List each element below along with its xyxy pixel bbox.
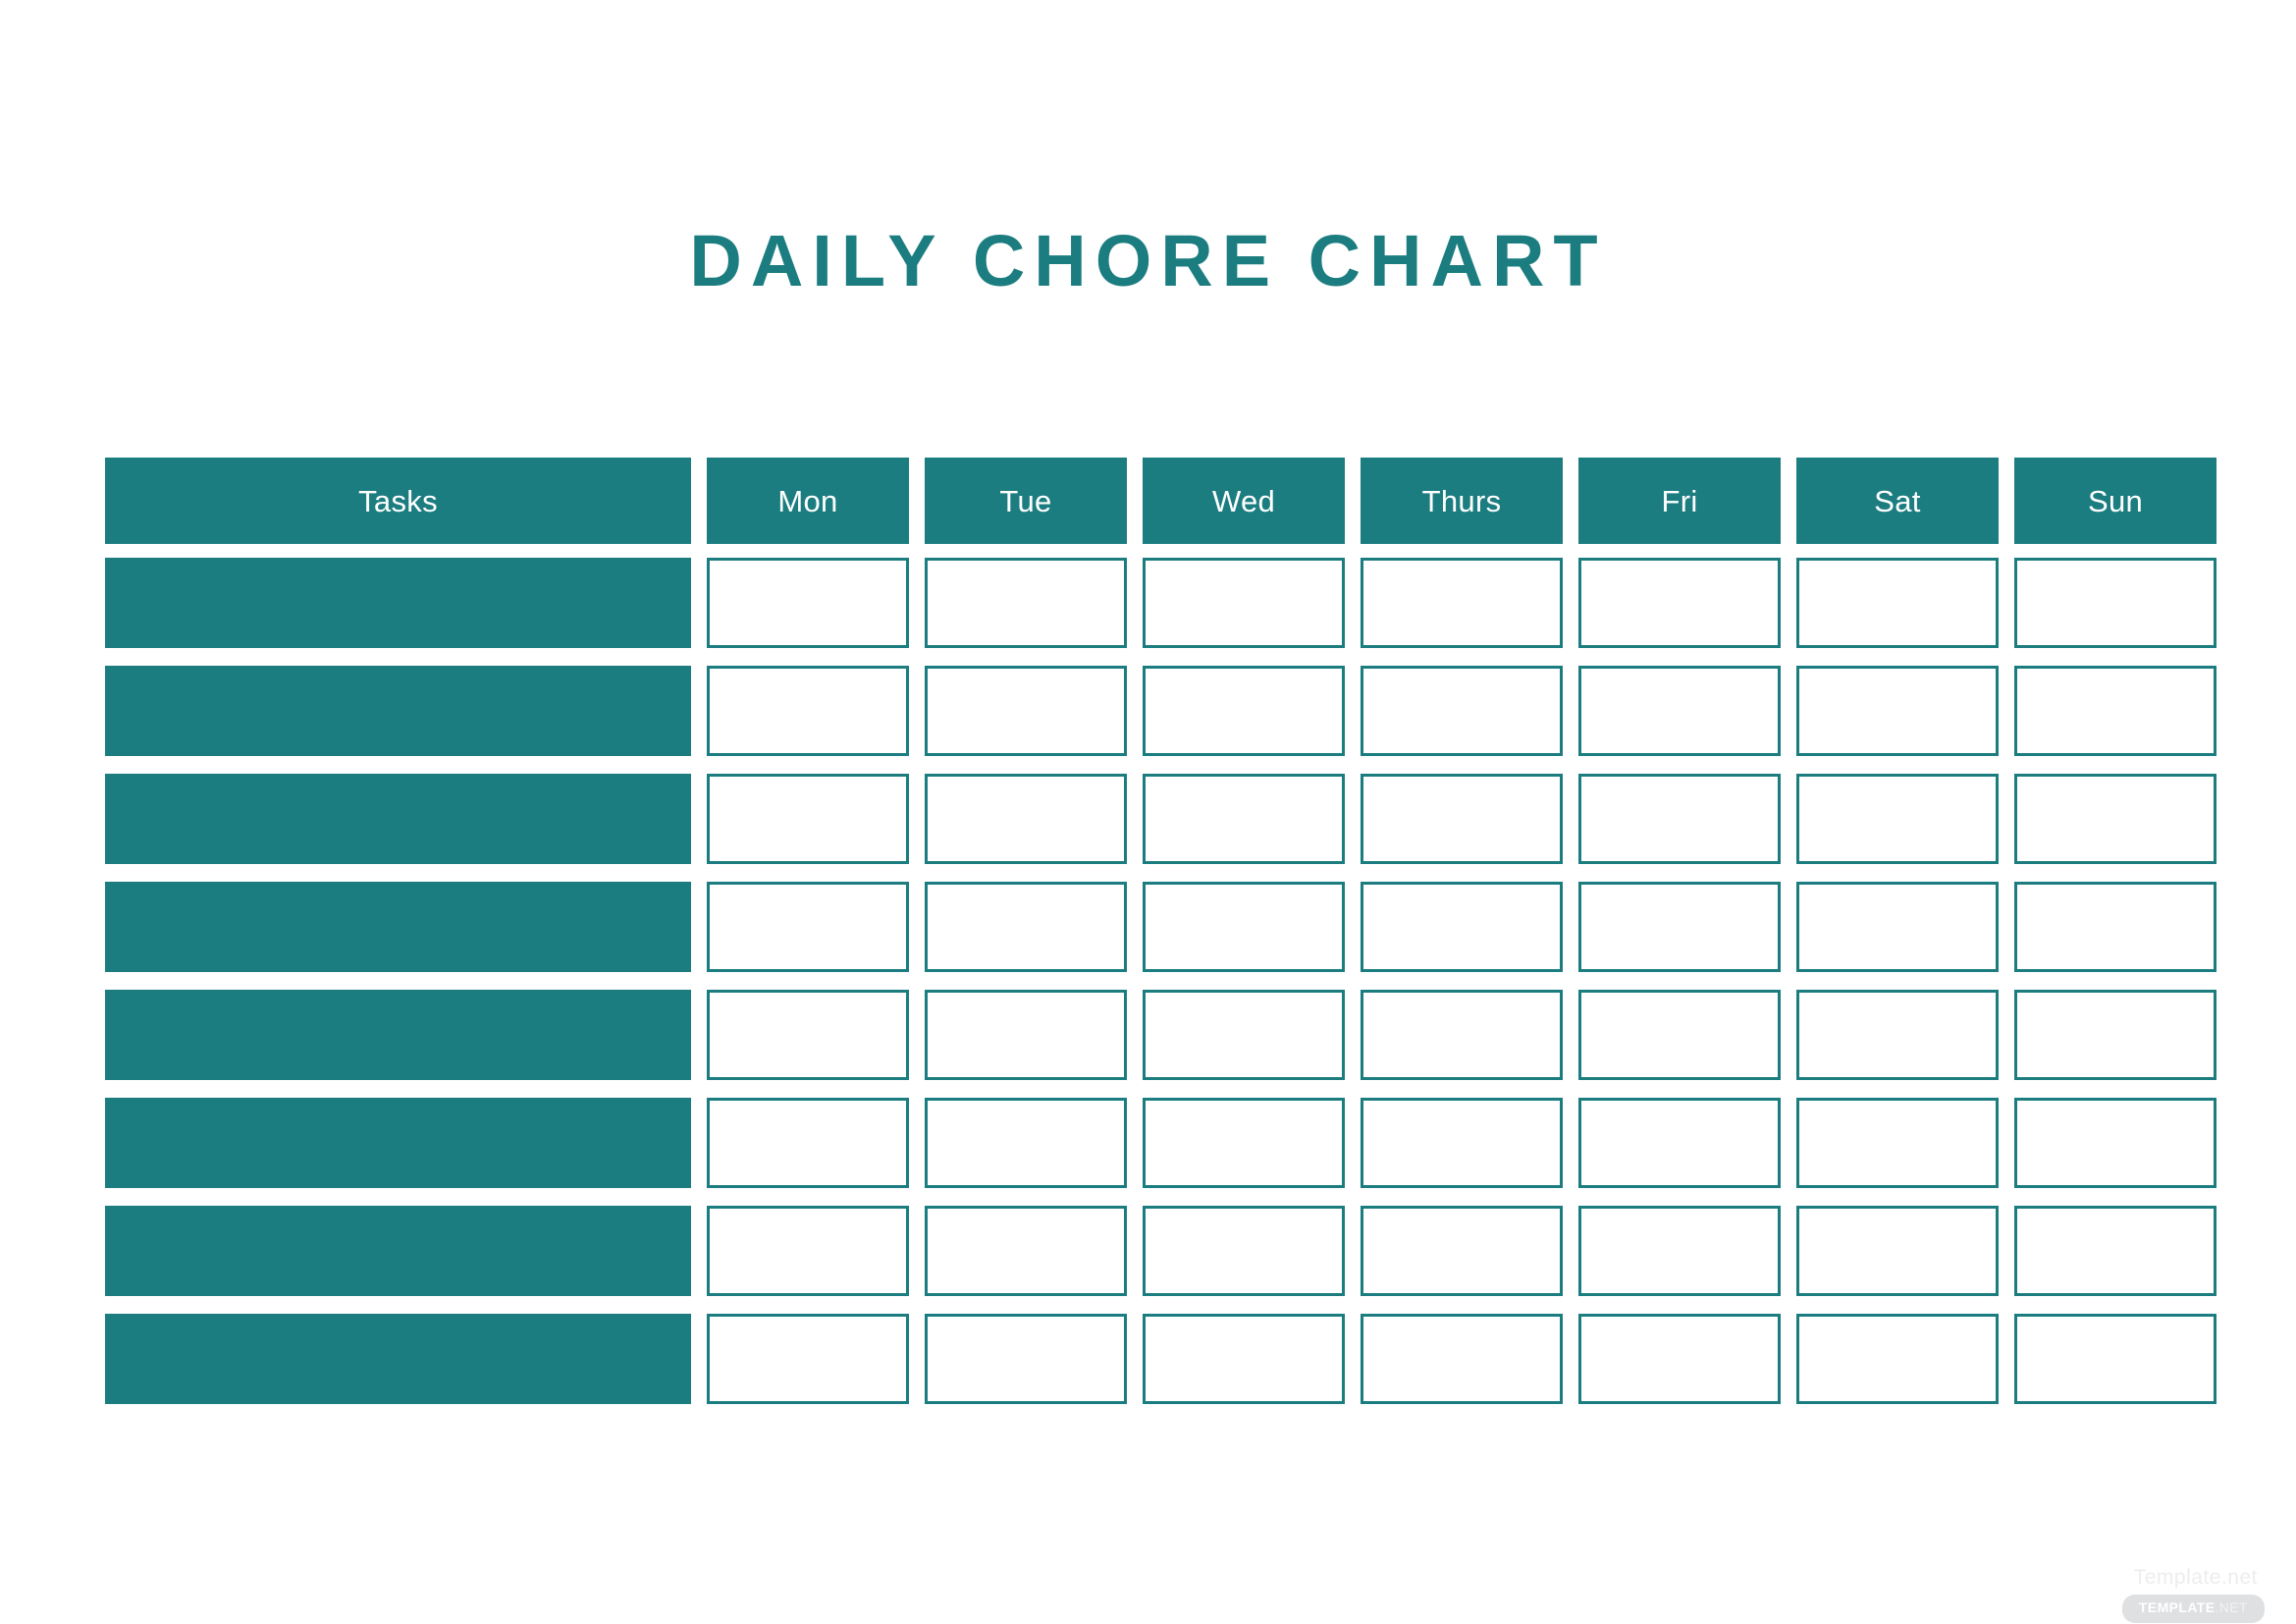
checkbox-cell-wed[interactable] bbox=[1143, 666, 1345, 756]
header-cell-wed: Wed bbox=[1143, 458, 1345, 544]
checkbox-cell-fri[interactable] bbox=[1578, 990, 1781, 1080]
checkbox-cell-tue[interactable] bbox=[925, 558, 1127, 648]
checkbox-cell-sat[interactable] bbox=[1796, 990, 1999, 1080]
checkbox-cell-fri[interactable] bbox=[1578, 1098, 1781, 1188]
page-title: DAILY CHORE CHART bbox=[689, 220, 1607, 301]
header-label-sat: Sat bbox=[1874, 483, 1921, 518]
header-cell-sat: Sat bbox=[1796, 458, 1999, 544]
checkbox-cell-sun[interactable] bbox=[2014, 774, 2216, 864]
checkbox-cell-sat[interactable] bbox=[1796, 666, 1999, 756]
checkbox-cell-sun[interactable] bbox=[2014, 1098, 2216, 1188]
watermark-text: Template.net bbox=[2133, 1566, 2258, 1589]
checkbox-cell-tue[interactable] bbox=[925, 774, 1127, 864]
checkbox-cell-tue[interactable] bbox=[925, 1206, 1127, 1296]
checkbox-cell-wed[interactable] bbox=[1143, 1206, 1345, 1296]
task-cell[interactable] bbox=[105, 882, 691, 972]
checkbox-cell-tue[interactable] bbox=[925, 1314, 1127, 1404]
table-row bbox=[105, 1206, 2216, 1296]
header-label-mon: Mon bbox=[777, 483, 838, 518]
checkbox-cell-fri[interactable] bbox=[1578, 774, 1781, 864]
task-cell[interactable] bbox=[105, 558, 691, 648]
checkbox-cell-mon[interactable] bbox=[707, 666, 909, 756]
checkbox-cell-wed[interactable] bbox=[1143, 990, 1345, 1080]
chore-chart-page: DAILY CHORE CHART Tasks Mon Tue Wed Thur… bbox=[0, 0, 2296, 1624]
header-label-fri: Fri bbox=[1661, 483, 1698, 518]
header-cell-sun: Sun bbox=[2014, 458, 2216, 544]
checkbox-cell-wed[interactable] bbox=[1143, 1098, 1345, 1188]
checkbox-cell-sat[interactable] bbox=[1796, 882, 1999, 972]
header-cell-tue: Tue bbox=[925, 458, 1127, 544]
header-label-tasks: Tasks bbox=[358, 483, 438, 518]
checkbox-cell-sat[interactable] bbox=[1796, 1098, 1999, 1188]
task-cell[interactable] bbox=[105, 990, 691, 1080]
checkbox-cell-sun[interactable] bbox=[2014, 1206, 2216, 1296]
checkbox-cell-mon[interactable] bbox=[707, 882, 909, 972]
checkbox-cell-thurs[interactable] bbox=[1361, 1098, 1563, 1188]
checkbox-cell-sun[interactable] bbox=[2014, 558, 2216, 648]
checkbox-cell-wed[interactable] bbox=[1143, 774, 1345, 864]
watermark-badge: TEMPLATE.NET bbox=[2121, 1595, 2265, 1623]
checkbox-cell-thurs[interactable] bbox=[1361, 1206, 1563, 1296]
checkbox-cell-mon[interactable] bbox=[707, 1314, 909, 1404]
header-cell-tasks: Tasks bbox=[105, 458, 691, 544]
task-cell[interactable] bbox=[105, 774, 691, 864]
header-cell-mon: Mon bbox=[707, 458, 909, 544]
checkbox-cell-sat[interactable] bbox=[1796, 558, 1999, 648]
header-label-wed: Wed bbox=[1211, 483, 1276, 518]
table-row bbox=[105, 774, 2216, 864]
checkbox-cell-thurs[interactable] bbox=[1361, 990, 1563, 1080]
header-label-thurs: Thurs bbox=[1421, 483, 1502, 518]
table-row bbox=[105, 990, 2216, 1080]
checkbox-cell-sun[interactable] bbox=[2014, 990, 2216, 1080]
checkbox-cell-sun[interactable] bbox=[2014, 1314, 2216, 1404]
watermark-badge-light: .NET bbox=[2215, 1599, 2248, 1615]
checkbox-cell-mon[interactable] bbox=[707, 990, 909, 1080]
checkbox-cell-thurs[interactable] bbox=[1361, 774, 1563, 864]
checkbox-cell-thurs[interactable] bbox=[1361, 558, 1563, 648]
task-cell[interactable] bbox=[105, 1206, 691, 1296]
checkbox-cell-mon[interactable] bbox=[707, 1206, 909, 1296]
checkbox-cell-wed[interactable] bbox=[1143, 1314, 1345, 1404]
checkbox-cell-wed[interactable] bbox=[1143, 882, 1345, 972]
table-row bbox=[105, 666, 2216, 756]
checkbox-cell-tue[interactable] bbox=[925, 882, 1127, 972]
checkbox-cell-tue[interactable] bbox=[925, 990, 1127, 1080]
table-row bbox=[105, 1314, 2216, 1404]
header-label-sun: Sun bbox=[2087, 483, 2144, 518]
checkbox-cell-sat[interactable] bbox=[1796, 774, 1999, 864]
task-cell[interactable] bbox=[105, 666, 691, 756]
table-row bbox=[105, 558, 2216, 648]
header-cell-thurs: Thurs bbox=[1361, 458, 1563, 544]
chore-chart-table: Tasks Mon Tue Wed Thurs Fri Sat Sun bbox=[105, 458, 2216, 1404]
table-row bbox=[105, 1098, 2216, 1188]
checkbox-cell-fri[interactable] bbox=[1578, 882, 1781, 972]
checkbox-cell-sat[interactable] bbox=[1796, 1206, 1999, 1296]
checkbox-cell-fri[interactable] bbox=[1578, 1206, 1781, 1296]
checkbox-cell-mon[interactable] bbox=[707, 1098, 909, 1188]
checkbox-cell-thurs[interactable] bbox=[1361, 882, 1563, 972]
task-cell[interactable] bbox=[105, 1314, 691, 1404]
checkbox-cell-wed[interactable] bbox=[1143, 558, 1345, 648]
checkbox-cell-mon[interactable] bbox=[707, 774, 909, 864]
checkbox-cell-thurs[interactable] bbox=[1361, 1314, 1563, 1404]
header-cell-fri: Fri bbox=[1578, 458, 1781, 544]
checkbox-cell-thurs[interactable] bbox=[1361, 666, 1563, 756]
table-row bbox=[105, 882, 2216, 972]
header-label-tue: Tue bbox=[999, 483, 1052, 518]
table-body bbox=[105, 558, 2216, 1404]
checkbox-cell-fri[interactable] bbox=[1578, 666, 1781, 756]
checkbox-cell-tue[interactable] bbox=[925, 666, 1127, 756]
watermark-badge-strong: TEMPLATE bbox=[2138, 1599, 2216, 1615]
checkbox-cell-fri[interactable] bbox=[1578, 1314, 1781, 1404]
checkbox-cell-sat[interactable] bbox=[1796, 1314, 1999, 1404]
checkbox-cell-fri[interactable] bbox=[1578, 558, 1781, 648]
task-cell[interactable] bbox=[105, 1098, 691, 1188]
checkbox-cell-sun[interactable] bbox=[2014, 882, 2216, 972]
checkbox-cell-sun[interactable] bbox=[2014, 666, 2216, 756]
table-header-row: Tasks Mon Tue Wed Thurs Fri Sat Sun bbox=[105, 458, 2216, 544]
checkbox-cell-tue[interactable] bbox=[925, 1098, 1127, 1188]
checkbox-cell-mon[interactable] bbox=[707, 558, 909, 648]
